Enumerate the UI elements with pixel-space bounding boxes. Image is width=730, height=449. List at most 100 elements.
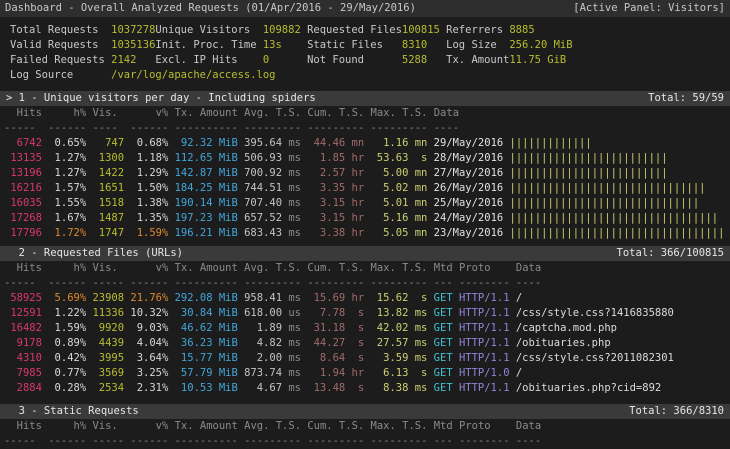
avg-time-unit: ms [288,291,301,306]
hits-value: 7985 [4,366,42,381]
visitors-value: 1518 [92,196,124,211]
cum-time-unit: hr [352,181,365,196]
active-panel-cursor: > [6,91,19,106]
col-hits-percent: h% [48,106,86,121]
avg-time-unit: ms [288,321,301,336]
bandwidth-value: 46.62 [175,321,213,336]
hits-percent: 1.27% [48,151,86,166]
visitors-percent: 1.50% [130,181,168,196]
method-value: GET [434,336,453,351]
visitor-row[interactable]: 162161.57%16511.50%184.25MiB744.51ms3.35… [0,181,730,196]
max-time-value: 5.02 [370,181,408,196]
visitor-row[interactable]: 160351.55%15181.38%190.14MiB707.40ms3.15… [0,196,730,211]
summary-label: Init. Proc. Time [155,38,262,53]
bandwidth-value: 190.14 [175,196,213,211]
cum-time-value: 2.57 [307,166,345,181]
visitors-percent: 9.03% [130,321,168,336]
summary-label: Referrers [446,23,509,38]
summary-label: Excl. IP Hits [155,53,262,68]
bar-chart: |||||||||||||||||||||||||||||||||| [510,226,725,241]
protocol-value: HTTP/1.1 [459,336,510,351]
protocol-value: HTTP/1.1 [459,381,510,396]
request-row[interactable]: 79850.77%35693.25%57.79MiB873.74ms1.94hr… [0,366,730,381]
summary-row: Total Requests1037278Unique Visitors1098… [0,23,730,38]
max-time-value: 5.00 [370,166,408,181]
visitors-percent: 10.32% [130,306,168,321]
visitors-percent: 1.38% [130,196,168,211]
bandwidth-unit: MiB [219,306,238,321]
cum-time-unit: hr [352,226,365,241]
avg-time-value: 873.74 [244,366,282,381]
hits-percent: 1.67% [48,211,86,226]
cum-time-unit: hr [352,291,365,306]
cum-time-unit: hr [352,166,365,181]
panel-header-visitors[interactable]: >1 - Unique visitors per day - Including… [0,91,730,106]
avg-time-value: 744.51 [244,181,282,196]
col-max-time: Max. T.S. [371,106,428,121]
visitors-percent: 1.18% [130,151,168,166]
cum-time-value: 7.78 [307,306,345,321]
request-row[interactable]: 43100.42%39953.64%15.77MiB2.00ms8.64s3.5… [0,351,730,366]
column-headers: Hitsh%Vis.v%Tx. AmountAvg. T.S.Cum. T.S.… [0,106,730,121]
avg-time-value: 4.82 [244,336,282,351]
avg-time-unit: ms [288,366,301,381]
visitors-value: 9920 [92,321,124,336]
avg-time-value: 683.43 [244,226,282,241]
visitors-value: 3569 [92,366,124,381]
visitor-row[interactable]: 67420.65%7470.68%92.32MiB395.64ms44.46mn… [0,136,730,151]
method-value: GET [434,381,453,396]
avg-time-value: 506.93 [244,151,282,166]
col-hits: Hits [4,419,42,434]
max-time-unit: ms [415,336,428,351]
visitors-percent: 3.64% [130,351,168,366]
hits-percent: 0.77% [48,366,86,381]
visitor-row[interactable]: 131351.27%13001.18%112.65MiB506.93ms1.85… [0,151,730,166]
col-visitors: Vis. [92,261,124,276]
date-value: 26/May/2016 [434,181,504,196]
date-value: 28/May/2016 [434,151,504,166]
panel-header-requests[interactable]: 2 - Requested Files (URLs) Total: 366/10… [0,246,730,261]
avg-time-value: 707.40 [244,196,282,211]
col-avg-time: Avg. T.S. [244,419,301,434]
panel-title: 1 - Unique visitors per day - Including … [19,92,316,104]
cum-time-value: 3.15 [307,211,345,226]
avg-time-unit: ms [288,196,301,211]
request-row[interactable]: 91780.89%44394.04%36.23MiB4.82ms44.27s27… [0,336,730,351]
hits-value: 9178 [4,336,42,351]
date-value: 25/May/2016 [434,196,504,211]
hits-percent: 1.55% [48,196,86,211]
max-time-unit: ms [415,381,428,396]
cum-time-value: 1.94 [307,366,345,381]
bar-chart: ||||||||||||||||||||||||| [510,166,668,181]
col-max-time: Max. T.S. [371,419,428,434]
avg-time-unit: ms [288,381,301,396]
avg-time-value: 958.41 [244,291,282,306]
protocol-value: HTTP/1.1 [459,321,510,336]
max-time-value: 5.01 [370,196,408,211]
request-row[interactable]: 589255.69%2390821.76%292.08MiB958.41ms15… [0,291,730,306]
col-avg-time: Avg. T.S. [244,106,301,121]
summary-value: 1037278 [111,23,155,38]
summary-value: 109882 [263,23,307,38]
summary-label: Tx. Amount [446,53,509,68]
summary-value: 8885 [509,23,534,38]
max-time-unit: s [415,151,428,166]
cum-time-unit: hr [352,196,365,211]
method-value: GET [434,351,453,366]
avg-time-unit: ms [288,351,301,366]
bandwidth-unit: MiB [219,196,238,211]
visitors-value: 1422 [92,166,124,181]
visitor-row[interactable]: 131961.27%14221.29%142.87MiB700.92ms2.57… [0,166,730,181]
request-row[interactable]: 164821.59%99209.03%46.62MiB1.89ms31.18s4… [0,321,730,336]
panel-header-static[interactable]: 3 - Static Requests Total: 366/8310 [0,404,730,419]
visitor-row[interactable]: 172681.67%14871.35%197.23MiB657.52ms3.15… [0,211,730,226]
max-time-value: 13.82 [370,306,408,321]
max-time-unit: s [415,291,428,306]
avg-time-unit: us [288,306,301,321]
request-row[interactable]: 28840.28%25342.31%10.53MiB4.67ms13.48s8.… [0,381,730,396]
cum-time-value: 3.38 [307,226,345,241]
request-row[interactable]: 125911.22%1133610.32%30.84MiB618.00us7.7… [0,306,730,321]
visitor-row[interactable]: 177961.72%17471.59%196.21MiB683.43ms3.38… [0,226,730,241]
bandwidth-unit: MiB [219,226,238,241]
col-protocol: Proto [459,419,510,434]
